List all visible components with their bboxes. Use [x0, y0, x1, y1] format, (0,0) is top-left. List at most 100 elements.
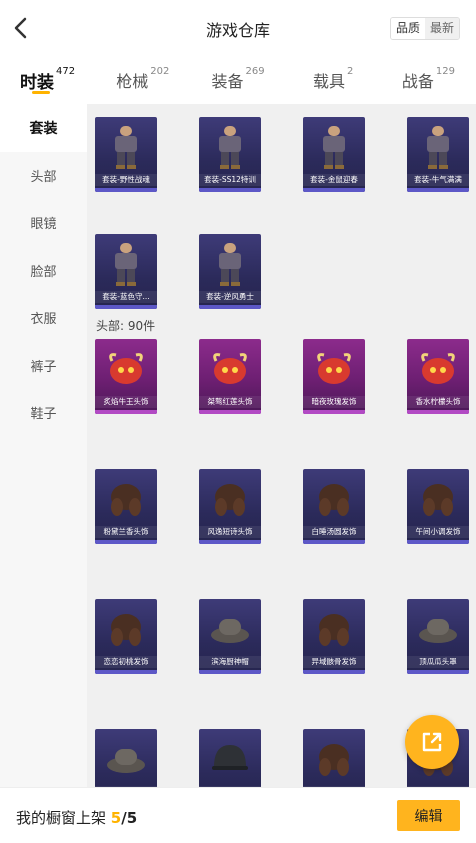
rarity-bar — [407, 540, 469, 544]
item-name: 粉黛兰香头饰 — [95, 526, 157, 538]
inventory-item-card[interactable]: 地铁逃生CH... — [95, 729, 157, 787]
sidebar-item-head[interactable]: 头部 — [0, 152, 87, 200]
sort-option-latest[interactable]: 最新 — [424, 18, 459, 39]
rarity-bar — [95, 410, 157, 414]
item-grid-area[interactable]: 套装-野性战魂 套装-SS12特训 套装-金鼠迎春 套装-牛气满满 套装-蓝色守… — [87, 104, 476, 787]
outfit-icon — [309, 123, 359, 171]
sidebar: 套装 头部 眼镜 脸部 衣服 裤子 鞋子 — [0, 104, 87, 787]
section-label-head: 头部: 90件 — [96, 319, 156, 333]
rarity-bar — [199, 188, 261, 192]
inventory-item-card[interactable]: 套装-蓝色守... — [95, 234, 157, 309]
inventory-item-card[interactable]: 滨海厨神帽 — [199, 599, 261, 674]
headwear-icon — [101, 345, 151, 393]
sidebar-item-glasses[interactable]: 眼镜 — [0, 199, 87, 247]
hair-icon — [309, 605, 359, 653]
showcase-status: 我的橱窗上架 5/5 — [16, 807, 137, 828]
sort-option-quality[interactable]: 品质 — [390, 18, 425, 39]
tab-label: 时装 — [20, 73, 55, 93]
tab-label: 装备 — [211, 72, 244, 91]
rarity-bar — [199, 410, 261, 414]
rarity-bar — [199, 670, 261, 674]
sort-toggle: 品质 最新 — [389, 17, 460, 40]
tab-count: 472 — [56, 66, 76, 77]
outfit-icon — [101, 240, 151, 288]
outfit-icon — [205, 123, 255, 171]
hair-icon — [205, 475, 255, 523]
inventory-item-card[interactable]: 恋语绒绒头饰 — [303, 729, 365, 787]
inventory-item-card[interactable]: 地铁逃生CH... — [199, 729, 261, 787]
item-name: 异域骸骨发饰 — [303, 656, 365, 668]
item-name: 恋恋初桃发饰 — [95, 656, 157, 668]
inventory-item-card[interactable]: 粉黛兰香头饰 — [95, 469, 157, 544]
rarity-bar — [303, 670, 365, 674]
rarity-bar — [199, 305, 261, 309]
rarity-bar — [303, 540, 365, 544]
tab-label: 战备 — [401, 72, 434, 91]
item-name: 套装-牛气满满 — [407, 174, 469, 186]
share-button[interactable] — [405, 715, 459, 769]
item-name: 顶瓜瓜头罩 — [407, 656, 469, 668]
item-name: 套装-逆风勇士 — [199, 291, 261, 303]
helmet-icon — [205, 735, 255, 783]
inventory-item-card[interactable]: 暗夜玫瑰发饰 — [303, 339, 365, 414]
rarity-bar — [95, 188, 157, 192]
tab-vehicles[interactable]: 载具 2 — [286, 56, 381, 104]
tab-count: 129 — [435, 66, 455, 77]
inventory-item-card[interactable]: 套装-野性战魂 — [95, 117, 157, 192]
inventory-item-card[interactable]: 午间小调发饰 — [407, 469, 469, 544]
tab-fashion[interactable]: 时装 472 — [0, 56, 95, 104]
tab-active-indicator — [31, 91, 50, 94]
rarity-bar — [303, 188, 365, 192]
tab-count: 202 — [150, 66, 170, 77]
rarity-bar — [199, 540, 261, 544]
sidebar-item-face[interactable]: 脸部 — [0, 247, 87, 295]
inventory-item-card[interactable]: 套装-牛气满满 — [407, 117, 469, 192]
inventory-item-card[interactable]: 顶瓜瓜头罩 — [407, 599, 469, 674]
item-name: 套装-SS12特训 — [199, 174, 261, 186]
sidebar-item-clothes[interactable]: 衣服 — [0, 294, 87, 342]
inventory-item-card[interactable]: 套装-SS12特训 — [199, 117, 261, 192]
item-name: 套装-蓝色守... — [95, 291, 157, 303]
sidebar-item-pants[interactable]: 裤子 — [0, 342, 87, 390]
inventory-item-card[interactable]: 套装-逆风勇士 — [199, 234, 261, 309]
tab-equipment[interactable]: 装备 269 — [190, 56, 285, 104]
header: 游戏仓库 品质 最新 — [0, 0, 476, 56]
item-name: 滨海厨神帽 — [199, 656, 261, 668]
inventory-item-card[interactable]: 桀骜红莲头饰 — [199, 339, 261, 414]
back-button[interactable] — [8, 14, 32, 42]
category-tabs: 时装 472 枪械 202 装备 269 载具 2 战备 129 — [0, 56, 476, 104]
edit-button[interactable]: 编辑 — [397, 800, 460, 831]
inventory-item-card[interactable]: 异域骸骨发饰 — [303, 599, 365, 674]
hair-icon — [309, 475, 359, 523]
inventory-item-card[interactable]: 风逸短诗头饰 — [199, 469, 261, 544]
headwear-icon — [413, 345, 463, 393]
external-link-icon — [422, 732, 442, 752]
inventory-item-card[interactable]: 炙焰牛王头饰 — [95, 339, 157, 414]
item-name: 炙焰牛王头饰 — [95, 396, 157, 408]
showcase-label: 我的橱窗上架 — [16, 809, 107, 827]
tab-battle-gear[interactable]: 战备 129 — [381, 56, 476, 104]
inventory-item-card[interactable]: 恋恋初桃发饰 — [95, 599, 157, 674]
tab-count: 2 — [347, 66, 354, 77]
rarity-bar — [407, 188, 469, 192]
tab-guns[interactable]: 枪械 202 — [95, 56, 190, 104]
showcase-total-count: /5 — [121, 809, 138, 827]
rarity-bar — [407, 670, 469, 674]
hat-icon — [413, 605, 463, 653]
inventory-item-card[interactable]: 香水柠檬头饰 — [407, 339, 469, 414]
outfit-icon — [205, 240, 255, 288]
sidebar-item-shoes[interactable]: 鞋子 — [0, 389, 87, 437]
headwear-icon — [205, 345, 255, 393]
rarity-bar — [303, 410, 365, 414]
inventory-item-card[interactable]: 套装-金鼠迎春 — [303, 117, 365, 192]
rarity-bar — [95, 305, 157, 309]
sidebar-item-sets[interactable]: 套装 — [0, 104, 87, 152]
inventory-item-card[interactable]: 白睡汤圆发饰 — [303, 469, 365, 544]
outfit-icon — [413, 123, 463, 171]
item-name: 套装-野性战魂 — [95, 174, 157, 186]
hair-icon — [101, 475, 151, 523]
sets-grid: 套装-野性战魂 套装-SS12特训 套装-金鼠迎春 套装-牛气满满 套装-蓝色守… — [87, 104, 476, 309]
rarity-bar — [407, 410, 469, 414]
item-name: 白睡汤圆发饰 — [303, 526, 365, 538]
rarity-bar — [95, 540, 157, 544]
